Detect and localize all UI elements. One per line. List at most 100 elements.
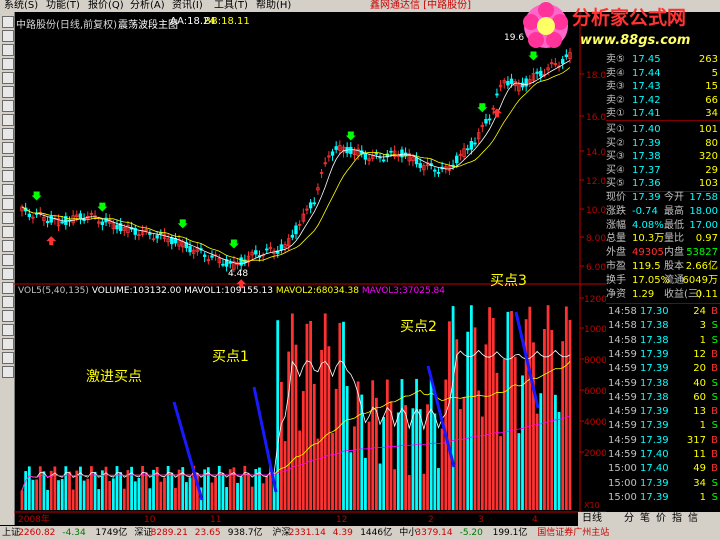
sell-level-row: 卖① 17.41 34 [606,108,720,120]
annotation-buy-3: 买点3 [490,273,527,289]
candle-body [188,246,192,253]
tool-button[interactable] [2,58,14,70]
volume-bar [564,306,568,510]
buy-level-row: 买① 17.40 101 [606,124,720,136]
tool-button[interactable] [2,254,14,266]
tab-daily[interactable]: 日线 [582,512,602,526]
volume-bar [276,320,280,510]
tool-button[interactable] [2,114,14,126]
quote-cell: 13 [693,406,706,418]
sell-signal-icon [477,103,488,113]
tick-row: 14:59 17.39 13 B [606,406,720,418]
candle-body [254,250,258,255]
menu-quote[interactable]: 报价(Q) [88,0,124,12]
tool-button[interactable] [2,366,14,378]
tool-button[interactable] [2,226,14,238]
volume-bar [316,438,320,510]
volume-bar [338,322,342,510]
volume-bar [371,380,375,510]
tick-row: 15:00 17.40 49 B [606,463,720,475]
volume-bar [290,313,294,510]
volume-bar [327,346,331,510]
tab-price[interactable]: 价 [656,512,666,526]
quote-cell: B [711,363,718,375]
quote-cell: S [711,491,718,503]
tool-button[interactable] [2,310,14,322]
price-tick-label: 18.00 [586,71,606,81]
quote-cell: 14:59 [608,363,637,375]
volume-bar [323,313,327,510]
tab-trade[interactable]: 笔 [640,512,650,526]
volume-bar [301,391,305,510]
tool-button[interactable] [2,184,14,196]
tool-button[interactable] [2,16,14,28]
volume-bar [225,487,228,510]
tool-button[interactable] [2,198,14,210]
candle-body [560,59,565,64]
tool-button[interactable] [2,240,14,252]
candle-body [374,152,379,155]
stat-row: 市盈 119.5 股本 2.66亿 [606,261,720,273]
status-item: -4.34 [62,528,86,538]
tick-row: 15:00 17.39 34 S [606,478,720,490]
menu-tools[interactable]: 工具(T) [214,0,248,12]
date-label: 4 [532,515,538,524]
tool-button[interactable] [2,324,14,336]
candle-body [312,202,316,205]
tool-button[interactable] [2,170,14,182]
tool-button[interactable] [2,212,14,224]
chart-area[interactable]: 18.0016.0014.0012.0010.008.006.0019.64.4… [14,12,606,524]
tool-button[interactable] [2,44,14,56]
tab-info[interactable]: 信 [688,512,698,526]
tool-button[interactable] [2,142,14,154]
tool-button[interactable] [2,72,14,84]
candle-body [564,54,569,58]
menu-system[interactable]: 系统(S) [4,0,38,12]
volume-bar [57,480,60,510]
quote-cell: 10.3万 [632,233,665,245]
quote-cell: 2.66亿 [685,261,718,272]
quote-cell: 0.11 [695,288,718,300]
buy-level-row: 买② 17.39 80 [606,138,720,150]
volume-bar [93,471,97,510]
tool-button[interactable] [2,86,14,98]
tool-button[interactable] [2,268,14,280]
tool-button[interactable] [2,352,14,364]
sell-signal-icon [345,131,356,141]
candle-body [210,255,214,258]
quote-cell: 净资 [606,288,626,300]
tool-button[interactable] [2,30,14,42]
quote-cell: 1 [699,334,706,346]
quote-cell: 49 [693,463,706,475]
tab-index[interactable]: 指 [672,512,682,526]
view-tabs: 日线 分 笔 价 指 信 [578,512,720,526]
volume-bar [495,372,499,510]
quote-cell: 14:59 [608,377,637,389]
quote-cell: 17.37 [632,164,661,176]
tool-button[interactable] [2,282,14,294]
volume-bar [451,306,455,510]
tool-button[interactable] [2,156,14,168]
volume-bar [532,342,535,510]
annotation-buy-2: 买点2 [400,319,437,335]
tool-button[interactable] [2,338,14,350]
sell-signal-icon [528,51,539,61]
quote-cell: 66 [705,94,718,106]
tab-minute[interactable]: 分 [624,512,634,526]
tool-button[interactable] [2,100,14,112]
tool-button[interactable] [2,296,14,308]
tick-row: 14:59 17.39 1 S [606,420,720,432]
volume-bar [309,320,313,510]
volume-bar [24,471,28,510]
menu-analysis[interactable]: 分析(A) [130,0,165,12]
menu-info[interactable]: 资讯(I) [172,0,203,12]
menu-help[interactable]: 帮助(H) [256,0,291,12]
quote-cell: 卖④ [606,67,625,79]
menu-function[interactable]: 功能(T) [46,0,80,12]
quote-cell: 市盈 [606,261,626,272]
quote-cell: 320 [698,151,718,162]
volume-tick-label: 4000 [584,418,606,428]
tool-button[interactable] [2,128,14,140]
sell-signal-icon [97,202,108,212]
quote-cell: 317 [686,434,706,446]
